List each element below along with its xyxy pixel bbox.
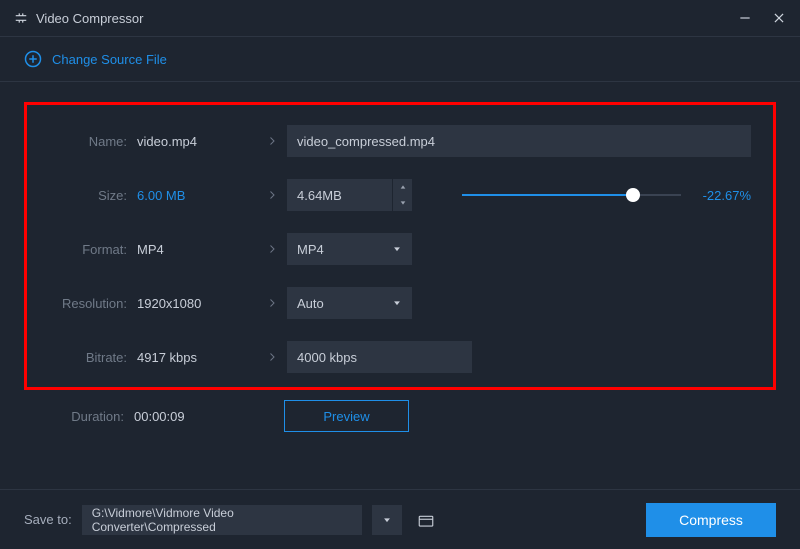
caret-down-icon <box>392 244 402 254</box>
size-percent: -22.67% <box>691 188 751 203</box>
label-format: Format: <box>49 242 127 257</box>
original-size: 6.00 MB <box>137 188 257 203</box>
original-format: MP4 <box>137 242 257 257</box>
close-button[interactable] <box>772 11 786 25</box>
change-source-row[interactable]: Change Source File <box>0 36 800 82</box>
row-format: Format: MP4 MP4 <box>49 233 751 265</box>
label-size: Size: <box>49 188 127 203</box>
stepper-down[interactable] <box>393 195 412 211</box>
window: Video Compressor Change Source File Name… <box>0 0 800 549</box>
stepper-up[interactable] <box>393 179 412 195</box>
chevron-right-icon <box>257 351 287 363</box>
label-resolution: Resolution: <box>49 296 127 311</box>
settings-panel: Name: video.mp4 Size: 6.00 MB <box>24 102 776 390</box>
label-name: Name: <box>49 134 127 149</box>
chevron-right-icon <box>257 297 287 309</box>
output-bitrate-input[interactable] <box>287 341 472 373</box>
bottom-bar: Save to: G:\Vidmore\Vidmore Video Conver… <box>0 489 800 549</box>
app-icon <box>14 11 28 25</box>
chevron-right-icon <box>257 189 287 201</box>
resolution-select-value: Auto <box>297 296 324 311</box>
caret-down-icon <box>382 515 392 525</box>
label-duration: Duration: <box>46 409 124 424</box>
row-duration: Duration: 00:00:09 Preview <box>24 390 776 422</box>
caret-down-icon <box>392 298 402 308</box>
titlebar: Video Compressor <box>0 0 800 36</box>
preview-button[interactable]: Preview <box>284 400 409 432</box>
open-folder-button[interactable] <box>412 506 440 534</box>
main-area: Name: video.mp4 Size: 6.00 MB <box>0 82 800 489</box>
original-resolution: 1920x1080 <box>137 296 257 311</box>
size-slider-wrap: -22.67% <box>412 188 751 203</box>
label-bitrate: Bitrate: <box>49 350 127 365</box>
original-duration: 00:00:09 <box>134 409 254 424</box>
save-to-label: Save to: <box>24 512 72 527</box>
folder-icon <box>417 511 435 529</box>
row-bitrate: Bitrate: 4917 kbps <box>49 341 751 373</box>
original-name: video.mp4 <box>137 134 257 149</box>
chevron-right-icon <box>257 243 287 255</box>
size-slider[interactable] <box>462 188 681 202</box>
row-name: Name: video.mp4 <box>49 125 751 157</box>
output-size-input[interactable] <box>287 179 392 211</box>
window-title: Video Compressor <box>36 11 143 26</box>
chevron-right-icon <box>257 135 287 147</box>
save-path-display[interactable]: G:\Vidmore\Vidmore Video Converter\Compr… <box>82 505 362 535</box>
format-select[interactable]: MP4 <box>287 233 412 265</box>
minimize-button[interactable] <box>738 11 752 25</box>
save-path-dropdown[interactable] <box>372 505 402 535</box>
change-source-label: Change Source File <box>52 52 167 67</box>
slider-thumb[interactable] <box>626 188 640 202</box>
output-name-input[interactable] <box>287 125 751 157</box>
size-stepper[interactable] <box>392 179 412 211</box>
row-size: Size: 6.00 MB -22.67% <box>49 179 751 211</box>
row-resolution: Resolution: 1920x1080 Auto <box>49 287 751 319</box>
compress-button[interactable]: Compress <box>646 503 776 537</box>
plus-circle-icon <box>24 50 42 68</box>
resolution-select[interactable]: Auto <box>287 287 412 319</box>
original-bitrate: 4917 kbps <box>137 350 257 365</box>
format-select-value: MP4 <box>297 242 324 257</box>
